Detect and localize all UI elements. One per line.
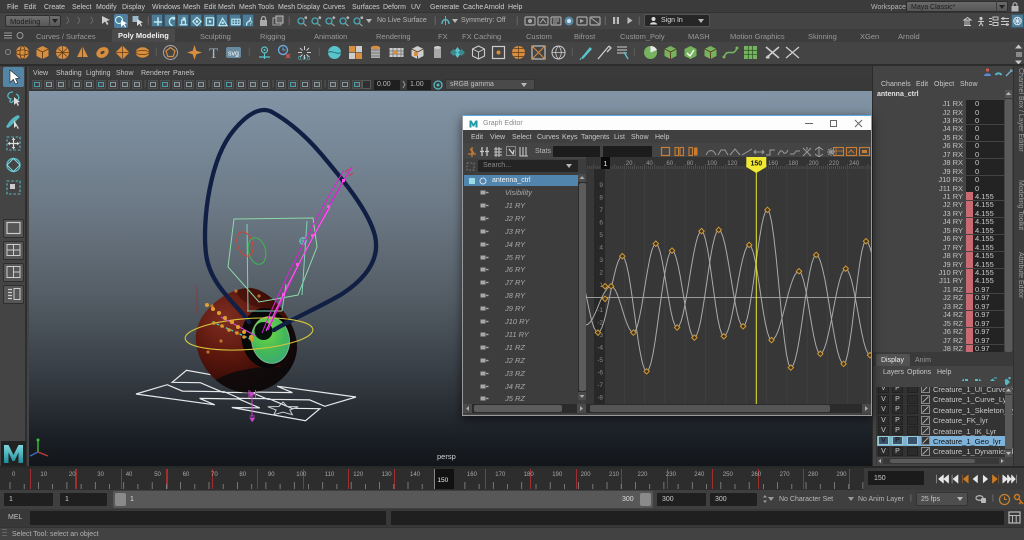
- svg-text:70: 70: [211, 472, 218, 478]
- svg-text:290: 290: [837, 472, 848, 478]
- svg-text:-5: -5: [597, 357, 603, 364]
- svg-text:140: 140: [410, 472, 421, 478]
- svg-text:1: 1: [604, 161, 608, 168]
- svg-text:270: 270: [780, 472, 791, 478]
- svg-text:?: ?: [249, 19, 253, 28]
- svg-text:80: 80: [239, 472, 246, 478]
- svg-text:80: 80: [687, 161, 694, 167]
- svg-text:240: 240: [849, 161, 860, 167]
- svg-text:30: 30: [97, 472, 104, 478]
- svg-text:9: 9: [599, 182, 603, 189]
- svg-text:260: 260: [751, 472, 762, 478]
- svg-text:4: 4: [599, 244, 603, 251]
- svg-text:100: 100: [707, 161, 718, 167]
- svg-text:240: 240: [694, 472, 705, 478]
- svg-text:40: 40: [646, 161, 653, 167]
- svg-text:3: 3: [599, 257, 603, 264]
- svg-text:160: 160: [467, 472, 478, 478]
- svg-text:0,0,0: 0,0,0: [298, 56, 310, 61]
- svg-text:T: T: [209, 46, 218, 61]
- svg-text:svg: svg: [228, 51, 239, 58]
- svg-text:230: 230: [666, 472, 677, 478]
- svg-text:180: 180: [788, 161, 799, 167]
- svg-text:100: 100: [296, 472, 307, 478]
- svg-text:170: 170: [495, 472, 506, 478]
- svg-text:150: 150: [750, 161, 762, 168]
- svg-text:20: 20: [69, 472, 76, 478]
- svg-text:220: 220: [638, 472, 649, 478]
- svg-text:7: 7: [599, 207, 603, 214]
- svg-text:120: 120: [353, 472, 364, 478]
- svg-text:-4: -4: [597, 345, 603, 352]
- svg-text:-8: -8: [597, 395, 603, 402]
- svg-text:200: 200: [809, 161, 820, 167]
- svg-text:60: 60: [183, 472, 190, 478]
- svg-text:210: 210: [609, 472, 620, 478]
- svg-text:280: 280: [808, 472, 819, 478]
- svg-text:220: 220: [829, 161, 840, 167]
- svg-text:180: 180: [524, 472, 535, 478]
- svg-text:40: 40: [126, 472, 133, 478]
- svg-text:persp: persp: [437, 452, 456, 461]
- svg-text:60: 60: [666, 161, 673, 167]
- svg-text:6: 6: [599, 219, 603, 226]
- svg-text:90: 90: [268, 472, 275, 478]
- svg-text:20: 20: [626, 161, 633, 167]
- svg-text:130: 130: [382, 472, 393, 478]
- svg-text:50: 50: [154, 472, 161, 478]
- svg-text:0: 0: [12, 472, 16, 478]
- svg-text:110: 110: [325, 472, 335, 478]
- svg-text:120: 120: [727, 161, 738, 167]
- svg-text:5: 5: [599, 232, 603, 239]
- svg-text:-6: -6: [597, 370, 603, 377]
- svg-text:200: 200: [581, 472, 592, 478]
- svg-text:-1: -1: [597, 307, 603, 314]
- svg-text:160: 160: [768, 161, 779, 167]
- svg-text:-7: -7: [597, 382, 603, 389]
- svg-text:2: 2: [599, 270, 603, 277]
- svg-text:190: 190: [552, 472, 563, 478]
- svg-text:250: 250: [723, 472, 734, 478]
- svg-text:8: 8: [599, 194, 603, 201]
- svg-text:10: 10: [40, 472, 47, 478]
